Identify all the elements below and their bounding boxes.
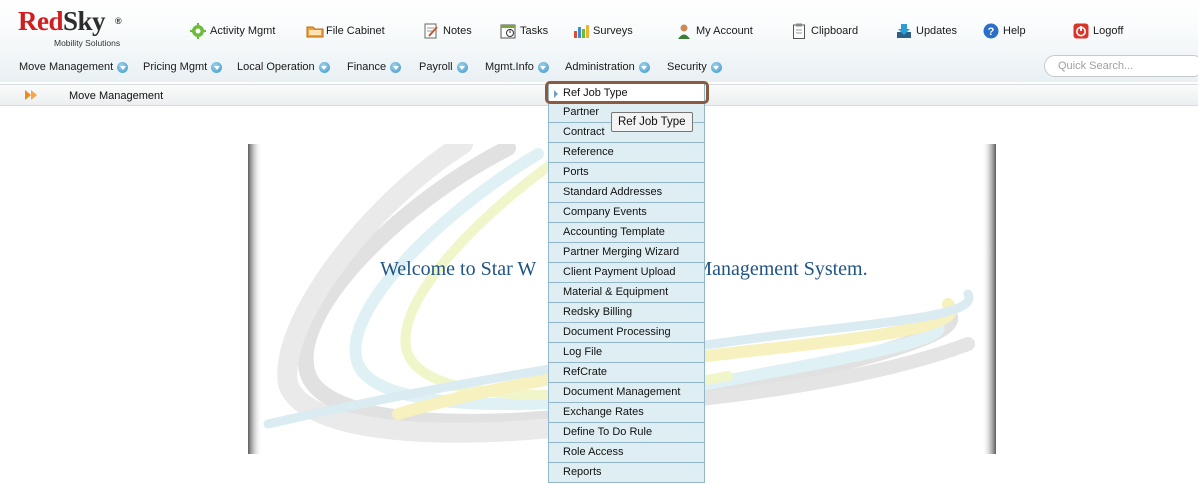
main-navigation: Move Management Pricing Mgmt Local Opera… (0, 56, 1040, 78)
double-arrow-right-icon (25, 90, 39, 100)
menu-item-exchange-rates[interactable]: Exchange Rates (548, 403, 705, 423)
header-bar: RedSky ® Mobility Solutions Activity Mgm… (0, 0, 1198, 82)
nav-label: Pricing Mgmt (143, 61, 208, 73)
nav-administration[interactable]: Administration (565, 61, 650, 73)
tasks-icon (500, 23, 516, 39)
nav-label: Security (667, 61, 707, 73)
toplink-activity-mgmt[interactable]: Activity Mgmt (190, 21, 275, 41)
registered-mark: ® (115, 16, 122, 26)
administration-dropdown-menu: Ref Job Type Partner Contract Reference … (548, 83, 705, 483)
menu-item-reports[interactable]: Reports (548, 463, 705, 483)
chevron-down-icon (638, 61, 650, 73)
logo-dark-text: Sky (63, 6, 106, 36)
menu-item-company-events[interactable]: Company Events (548, 203, 705, 223)
nav-security[interactable]: Security (667, 61, 722, 73)
redsky-logo[interactable]: RedSky ® Mobility Solutions (18, 6, 138, 50)
chevron-down-icon (537, 61, 549, 73)
chevron-down-icon (117, 61, 129, 73)
quick-search-input[interactable] (1044, 55, 1198, 77)
chevron-down-icon (211, 61, 223, 73)
toplink-help[interactable]: ? Help (983, 21, 1026, 41)
toplink-tasks[interactable]: Tasks (500, 21, 548, 41)
toplink-label: My Account (696, 25, 753, 37)
gear-icon (190, 23, 206, 39)
toplink-surveys[interactable]: Surveys (573, 21, 633, 41)
toplink-my-account[interactable]: My Account (676, 21, 753, 41)
menu-item-log-file[interactable]: Log File (548, 343, 705, 363)
chevron-down-icon (710, 61, 722, 73)
breadcrumb-current: Move Management (69, 90, 164, 102)
nav-move-management[interactable]: Move Management (19, 61, 129, 73)
menu-item-document-management[interactable]: Document Management (548, 383, 705, 403)
download-icon (896, 23, 912, 39)
welcome-text-left: Welcome to Star W (380, 258, 537, 280)
toplink-notes[interactable]: Notes (423, 21, 472, 41)
tooltip: Ref Job Type (611, 112, 693, 132)
notes-icon (423, 23, 439, 39)
nav-label: Local Operation (237, 61, 315, 73)
menu-item-reference[interactable]: Reference (548, 143, 705, 163)
nav-local-operation[interactable]: Local Operation (237, 61, 330, 73)
toplink-label: Notes (443, 25, 472, 37)
toplink-label: Logoff (1093, 25, 1124, 37)
svg-text:?: ? (988, 26, 995, 38)
nav-pricing-mgmt[interactable]: Pricing Mgmt (143, 61, 223, 73)
toplink-label: Surveys (593, 25, 633, 37)
toplink-updates[interactable]: Updates (896, 21, 957, 41)
nav-label: Move Management (19, 61, 114, 73)
folder-icon (306, 23, 324, 39)
menu-item-material-equipment[interactable]: Material & Equipment (548, 283, 705, 303)
nav-label: Payroll (419, 61, 453, 73)
menu-item-standard-addresses[interactable]: Standard Addresses (548, 183, 705, 203)
nav-label: Administration (565, 61, 635, 73)
clipboard-icon (791, 23, 807, 39)
menu-item-define-to-do-rule[interactable]: Define To Do Rule (548, 423, 705, 443)
toplink-label: Updates (916, 25, 957, 37)
menu-item-partner-merging-wizard[interactable]: Partner Merging Wizard (548, 243, 705, 263)
menu-item-client-payment-upload[interactable]: Client Payment Upload (548, 263, 705, 283)
menu-item-ref-job-type[interactable]: Ref Job Type (548, 83, 705, 103)
logo-red-text: Red (18, 6, 64, 36)
menu-item-role-access[interactable]: Role Access (548, 443, 705, 463)
bar-chart-icon (573, 23, 589, 39)
help-icon: ? (983, 23, 999, 39)
toplink-label: File Cabinet (326, 25, 385, 37)
nav-mgmt-info[interactable]: Mgmt.Info (485, 61, 549, 73)
toplink-label: Help (1003, 25, 1026, 37)
chevron-down-icon (318, 61, 330, 73)
user-icon (676, 23, 692, 39)
menu-item-accounting-template[interactable]: Accounting Template (548, 223, 705, 243)
menu-item-document-processing[interactable]: Document Processing (548, 323, 705, 343)
menu-item-refcrate[interactable]: RefCrate (548, 363, 705, 383)
welcome-text-right: Management System. (694, 258, 868, 280)
toplink-label: Clipboard (811, 25, 859, 37)
menu-item-redsky-billing[interactable]: Redsky Billing (548, 303, 705, 323)
toplink-label: Tasks (520, 25, 549, 37)
nav-finance[interactable]: Finance (347, 61, 402, 73)
toplink-logoff[interactable]: Logoff (1073, 21, 1123, 41)
nav-label: Finance (347, 61, 387, 73)
logo-wordmark: RedSky (18, 6, 106, 37)
chevron-down-icon (456, 61, 468, 73)
nav-label: Mgmt.Info (485, 61, 534, 73)
toplink-clipboard[interactable]: Clipboard (791, 21, 858, 41)
toplink-file-cabinet[interactable]: File Cabinet (306, 21, 385, 41)
menu-item-ports[interactable]: Ports (548, 163, 705, 183)
chevron-down-icon (390, 61, 402, 73)
logo-tagline: Mobility Solutions (54, 38, 121, 48)
toplink-label: Activity Mgmt (210, 25, 276, 37)
power-icon (1073, 23, 1089, 39)
nav-payroll[interactable]: Payroll (419, 61, 468, 73)
